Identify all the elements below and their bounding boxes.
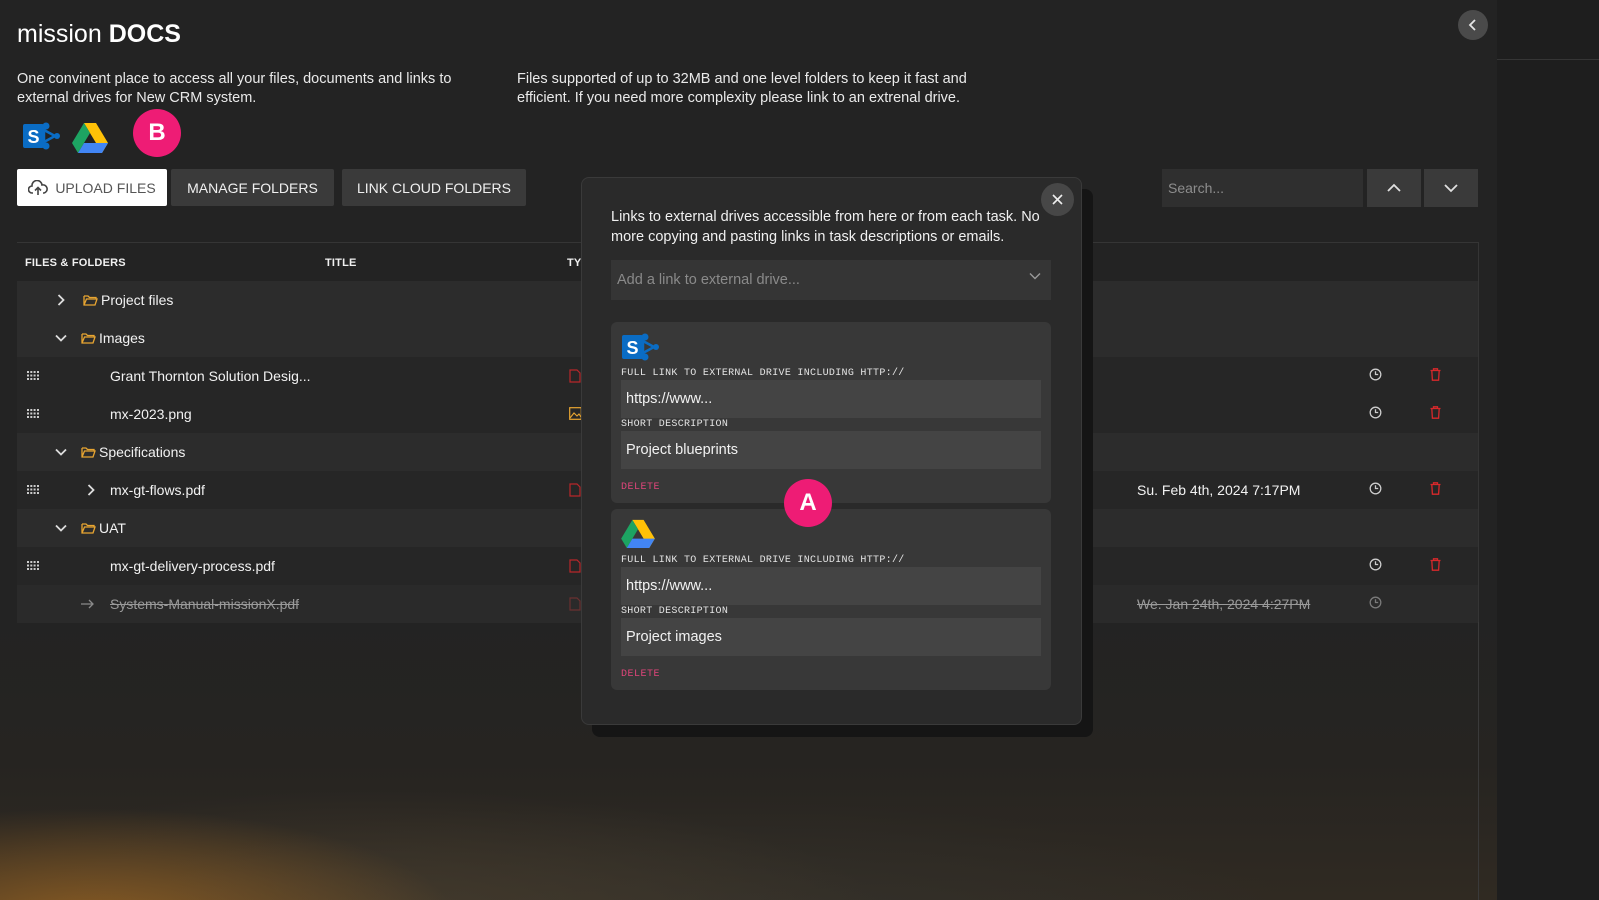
link-label: FULL LINK TO EXTERNAL DRIVE INCLUDING HT… [621, 368, 905, 379]
google-drive-icon [621, 519, 655, 548]
link-cloud-folders-button[interactable]: LINK CLOUD FOLDERS [342, 169, 526, 206]
chevron-down-icon[interactable] [55, 334, 67, 342]
row-name: mx-gt-flows.pdf [110, 482, 205, 498]
cloud-upload-icon [28, 179, 49, 195]
pdf-icon [569, 559, 581, 573]
folder-open-icon [81, 333, 96, 344]
row-name: mx-2023.png [110, 406, 192, 422]
description-input[interactable]: Project images [621, 618, 1041, 656]
link-label: FULL LINK TO EXTERNAL DRIVE INCLUDING HT… [621, 555, 905, 566]
description-label: SHORT DESCRIPTION [621, 419, 729, 430]
folder-icon [83, 295, 98, 306]
chevron-right-icon[interactable] [57, 294, 65, 306]
row-name: Project files [101, 292, 174, 308]
drag-handle-icon[interactable] [27, 371, 39, 380]
title-light: mission [17, 20, 102, 48]
svg-text:S: S [27, 127, 39, 147]
modal-intro-text: Links to external drives accessible from… [611, 209, 1040, 245]
chevron-down-icon[interactable] [55, 448, 67, 456]
row-name: Specifications [99, 444, 186, 460]
marker-b: B [133, 109, 181, 157]
row-date: We. Jan 24th, 2024 4:27PM [1137, 596, 1311, 612]
row-name: Systems-Manual-missionX.pdf [110, 596, 300, 612]
link-input[interactable]: https://www... [621, 567, 1041, 605]
header-title[interactable]: TITLE [325, 257, 357, 269]
chevron-up-icon [1387, 183, 1401, 192]
google-drive-icon[interactable] [72, 122, 108, 153]
row-date: Su. Feb 4th, 2024 7:17PM [1137, 482, 1301, 498]
drag-handle-icon[interactable] [27, 561, 39, 570]
collapse-panel-button[interactable] [1458, 10, 1488, 40]
history-icon[interactable] [1369, 406, 1382, 419]
manage-folders-button[interactable]: MANAGE FOLDERS [171, 169, 334, 206]
chevron-down-icon [1029, 273, 1041, 280]
row-name: UAT [99, 520, 126, 536]
right-side-panel [1497, 0, 1599, 900]
close-icon [1052, 194, 1063, 205]
trash-icon[interactable] [1430, 368, 1441, 381]
external-drive-card: S FULL LINK TO EXTERNAL DRIVE INCLUDING … [611, 322, 1051, 503]
trash-icon[interactable] [1430, 482, 1441, 495]
description-label: SHORT DESCRIPTION [621, 606, 729, 617]
page-title: mission DOCS [17, 20, 181, 49]
header-files-folders[interactable]: FILES & FOLDERS [25, 257, 126, 269]
trash-icon[interactable] [1430, 406, 1441, 419]
chevron-right-icon[interactable] [87, 484, 95, 496]
add-link-placeholder: Add a link to external drive... [617, 272, 800, 288]
description-right: Files supported of up to 32MB and one le… [517, 71, 967, 106]
history-icon[interactable] [1369, 596, 1382, 609]
upload-files-label: UPLOAD FILES [55, 179, 156, 196]
link-input[interactable]: https://www... [621, 380, 1041, 418]
chevron-left-icon [1468, 19, 1476, 31]
external-drive-card: FULL LINK TO EXTERNAL DRIVE INCLUDING HT… [611, 509, 1051, 690]
scroll-up-button[interactable] [1367, 169, 1421, 207]
chevron-down-icon[interactable] [55, 524, 67, 532]
chevron-down-icon [1444, 184, 1458, 193]
description-input[interactable]: Project blueprints [621, 431, 1041, 469]
row-name: mx-gt-delivery-process.pdf [110, 558, 275, 574]
drag-handle-icon[interactable] [27, 409, 39, 418]
description-left: One convinent place to access all your f… [17, 71, 452, 106]
title-bold: DOCS [108, 20, 181, 48]
pdf-icon [569, 597, 581, 611]
marker-a: A [784, 479, 832, 527]
history-icon[interactable] [1369, 482, 1382, 495]
restore-arrow-icon[interactable] [81, 599, 95, 609]
pdf-icon [569, 369, 581, 383]
trash-icon[interactable] [1430, 558, 1441, 571]
drag-handle-icon[interactable] [27, 485, 39, 494]
svg-text:S: S [626, 338, 638, 358]
delete-link-button[interactable]: DELETE [621, 669, 660, 680]
history-icon[interactable] [1369, 558, 1382, 571]
row-name: Grant Thornton Solution Desig... [110, 368, 311, 384]
folder-open-icon [81, 523, 96, 534]
folder-open-icon [81, 447, 96, 458]
search-input[interactable] [1162, 169, 1363, 207]
sharepoint-icon: S [622, 333, 659, 361]
upload-files-button[interactable]: UPLOAD FILES [17, 169, 167, 206]
row-name: Images [99, 330, 145, 346]
history-icon[interactable] [1369, 368, 1382, 381]
delete-link-button[interactable]: DELETE [621, 482, 660, 493]
pdf-icon [569, 483, 581, 497]
add-link-select[interactable]: Add a link to external drive... [611, 260, 1051, 300]
sharepoint-icon[interactable]: S [22, 120, 60, 152]
scroll-down-button[interactable] [1424, 169, 1478, 207]
header-type[interactable]: TY [567, 257, 581, 269]
